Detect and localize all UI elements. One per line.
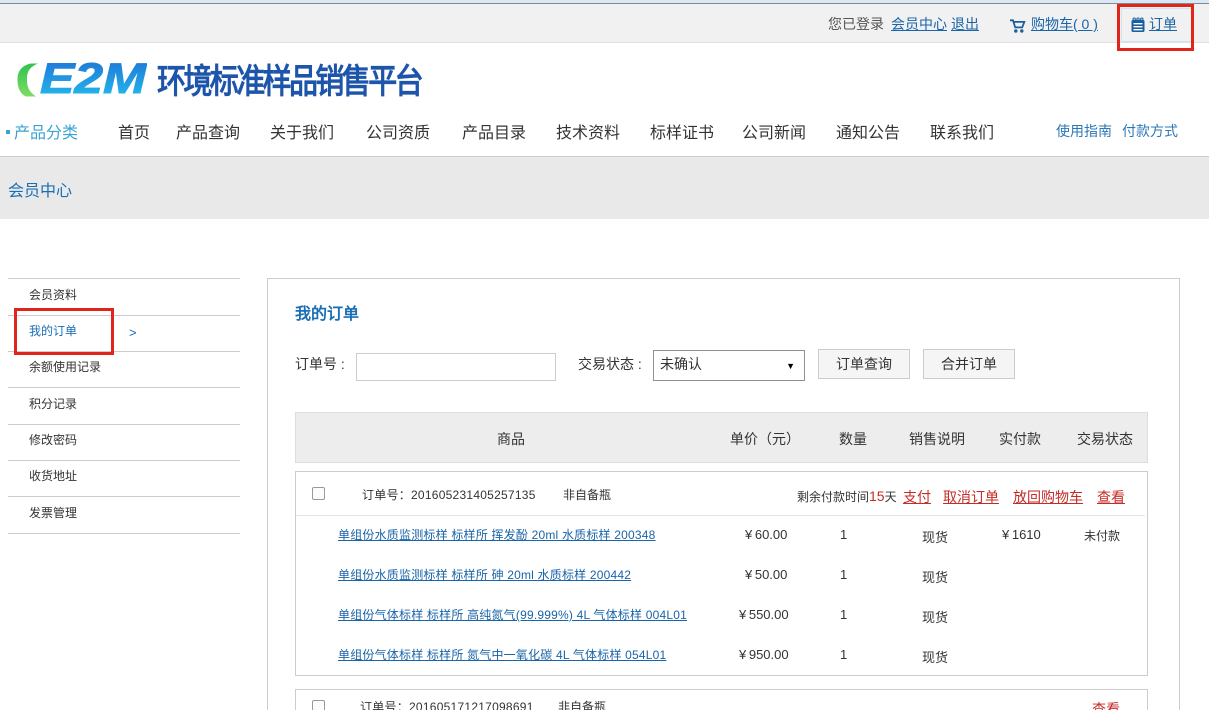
svg-text:E2M: E2M (40, 62, 147, 98)
